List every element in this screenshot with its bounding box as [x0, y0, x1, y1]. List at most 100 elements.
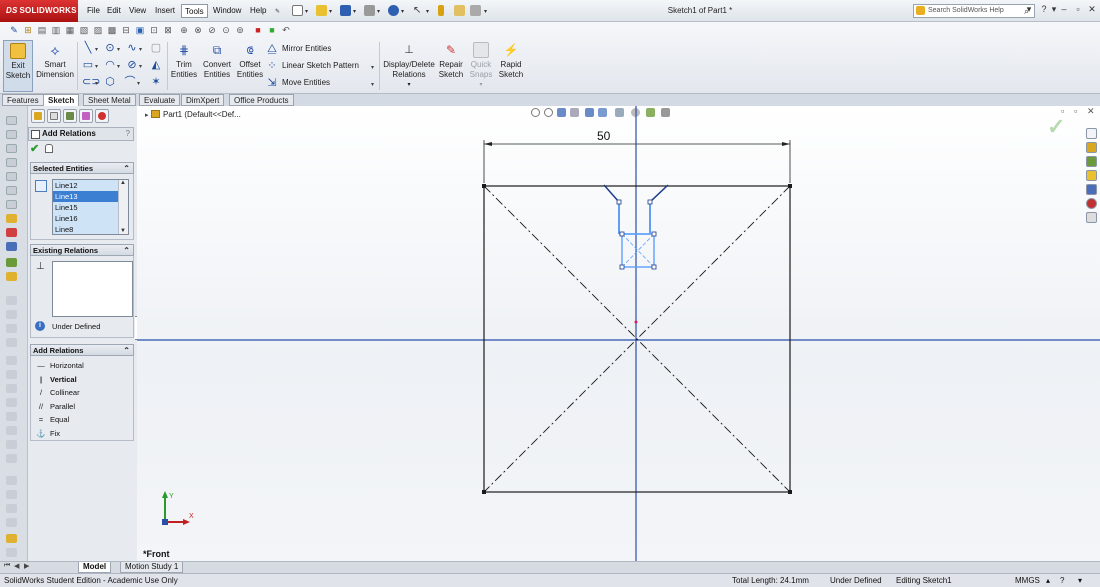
slot-icon[interactable]: ⊂⊃	[82, 76, 100, 88]
close-button[interactable]: ✕	[1086, 4, 1098, 15]
relation-fix[interactable]: ⚓ Fix	[35, 428, 60, 440]
plane-icon[interactable]: ◭	[150, 59, 162, 71]
column-tool-icon[interactable]	[6, 144, 17, 153]
check-icon[interactable]: ✔	[30, 142, 39, 155]
tool-k-icon[interactable]: ⊕	[178, 24, 190, 36]
arc-dropdown-icon[interactable]: ▾	[117, 63, 120, 70]
tool-e-icon[interactable]: ▨	[92, 24, 104, 36]
feature-manager-tab[interactable]	[31, 109, 45, 123]
slot-dropdown-icon[interactable]: ▾	[95, 80, 98, 87]
tool-f-icon[interactable]: ▩	[106, 24, 118, 36]
sketch-canvas[interactable]: 50	[137, 106, 1100, 561]
relations-dropdown-icon[interactable]: ▾	[382, 80, 436, 90]
pattern-icon[interactable]: ⁘	[266, 60, 278, 72]
move-dropdown-icon[interactable]: ▾	[371, 81, 374, 88]
undo-icon[interactable]	[388, 5, 399, 16]
move-entities-button[interactable]: Move Entities	[282, 78, 330, 88]
print-icon[interactable]	[364, 5, 375, 16]
tool-m-icon[interactable]: ⊘	[206, 24, 218, 36]
selected-entity-line16[interactable]: Line16	[53, 213, 118, 224]
selected-entities-scrollbar[interactable]: ▲ ▼	[118, 180, 128, 234]
collapse-icon[interactable]: ⌃	[123, 163, 130, 174]
relation-vertical[interactable]: | Vertical	[35, 374, 77, 386]
tab-features[interactable]: Features	[2, 94, 44, 106]
view-palette-icon[interactable]	[1086, 184, 1097, 195]
pin-icon[interactable]	[45, 144, 53, 153]
restore-button[interactable]: ▫	[1072, 4, 1084, 14]
rebuild-status-icon[interactable]: ▴	[1046, 574, 1050, 587]
column-tool-icon[interactable]	[6, 548, 17, 557]
ellipse-dropdown-icon[interactable]: ▾	[139, 63, 142, 70]
column-tool-icon[interactable]	[6, 158, 17, 167]
minimize-button[interactable]: –	[1058, 4, 1070, 14]
prev-tab-icon[interactable]: ◀	[14, 562, 19, 570]
column-tool-icon[interactable]	[6, 338, 17, 347]
graphics-area[interactable]: ▸ Part1 (Default<<Def... ▫ ▫ ✕ ✓ 50 Y X …	[137, 106, 1100, 561]
tool-o-icon[interactable]: ⊚	[234, 24, 246, 36]
circle-dropdown-icon[interactable]: ▾	[117, 46, 120, 53]
collapse-icon[interactable]: ⌃	[123, 245, 130, 256]
column-tool-icon[interactable]	[6, 116, 17, 125]
undo-dropdown-icon[interactable]: ▾	[401, 8, 404, 15]
selected-entities-header[interactable]: Selected Entities ⌃	[30, 162, 134, 174]
column-tool-icon[interactable]	[6, 272, 17, 281]
tab-motion-study-1[interactable]: Motion Study 1	[120, 562, 184, 573]
rebuild-icon[interactable]	[438, 5, 444, 16]
sketch-point[interactable]	[619, 231, 625, 237]
custom-properties-icon[interactable]	[1086, 212, 1097, 223]
tool-n-icon[interactable]: ⊙	[220, 24, 232, 36]
select-icon[interactable]: ↖	[413, 5, 424, 16]
tool-h-icon[interactable]: ▣	[134, 24, 146, 36]
grid-icon[interactable]: ⊞	[22, 24, 34, 36]
file-explorer-icon[interactable]	[1086, 156, 1097, 167]
dimxpert-manager-tab[interactable]	[79, 109, 93, 123]
column-tool-icon[interactable]	[6, 172, 17, 181]
first-tab-icon[interactable]: ⏮	[4, 562, 10, 570]
solidworks-logo[interactable]: DS SOLIDWORKS	[0, 0, 78, 22]
appearances-icon[interactable]	[1086, 198, 1097, 209]
tool-p-icon[interactable]: ■	[252, 24, 264, 36]
column-tool-icon[interactable]	[6, 398, 17, 407]
menu-window[interactable]: Window	[210, 4, 244, 18]
arc-icon[interactable]: ◠	[104, 59, 116, 71]
tool-g-icon[interactable]: ⊟	[120, 24, 132, 36]
column-tool-icon[interactable]	[6, 454, 17, 463]
tool-l-icon[interactable]: ⊗	[192, 24, 204, 36]
column-tool-icon[interactable]	[6, 186, 17, 195]
offset-entities-button[interactable]: ⟃ Offset Entities	[235, 40, 265, 92]
tool-j-icon[interactable]: ⊠	[162, 24, 174, 36]
search-dropdown-icon[interactable]: ▾	[1023, 4, 1035, 15]
file-properties-icon[interactable]	[454, 5, 465, 16]
existing-relations-header[interactable]: Existing Relations ⌃	[30, 244, 134, 256]
column-tool-icon[interactable]	[6, 310, 17, 319]
question-icon[interactable]: ?	[126, 129, 130, 138]
sketch-icon[interactable]: ✎	[8, 24, 20, 36]
new-icon[interactable]	[292, 5, 303, 16]
sketch-point[interactable]	[482, 490, 486, 494]
column-tool-icon[interactable]	[6, 518, 17, 527]
move-icon[interactable]: ⇲	[266, 77, 278, 89]
sketch-point[interactable]	[651, 264, 657, 270]
design-library-icon[interactable]	[1086, 142, 1097, 153]
options-icon[interactable]	[470, 5, 481, 16]
dimension-value[interactable]: 50	[597, 129, 611, 143]
point-icon[interactable]: ✶	[150, 76, 162, 88]
selected-entity-line8[interactable]: Line8	[53, 224, 118, 234]
open-dropdown-icon[interactable]: ▾	[329, 8, 332, 15]
pattern-dropdown-icon[interactable]: ▾	[371, 64, 374, 71]
rapid-sketch-button[interactable]: ⚡ Rapid Sketch	[497, 40, 525, 92]
trim-entities-button[interactable]: ⋕ Trim Entities	[170, 40, 198, 92]
next-tab-icon[interactable]: ▶	[24, 562, 29, 570]
configuration-manager-tab[interactable]	[63, 109, 77, 123]
scroll-up-icon[interactable]: ▲	[120, 180, 126, 186]
column-tool-icon[interactable]	[6, 258, 17, 267]
column-tool-icon[interactable]	[6, 356, 17, 365]
spline-dropdown-icon[interactable]: ▾	[139, 46, 142, 53]
customize-icon[interactable]: ▾	[1078, 574, 1082, 587]
quick-snaps-dropdown-icon[interactable]: ▾	[467, 80, 495, 90]
column-tool-icon[interactable]	[6, 384, 17, 393]
fillet-icon[interactable]: ⌒	[124, 76, 136, 88]
tab-dimxpert[interactable]: DimXpert	[181, 94, 225, 106]
fillet-dropdown-icon[interactable]: ▾	[137, 80, 140, 87]
tool-r-icon[interactable]: ↶	[280, 24, 292, 36]
